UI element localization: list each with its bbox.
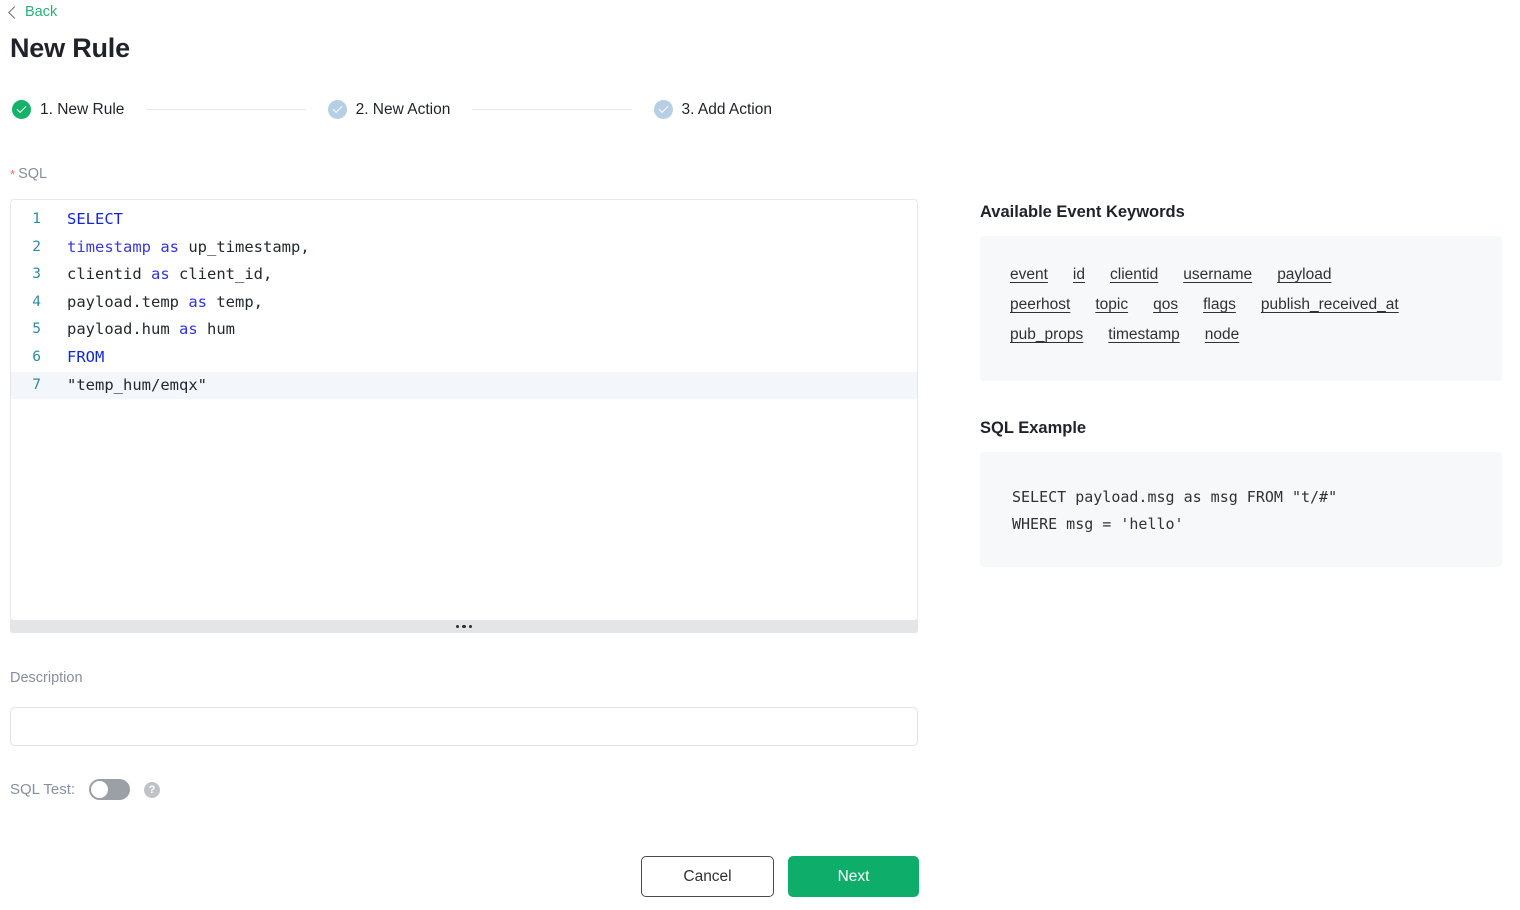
cancel-button[interactable]: Cancel [641,856,774,897]
sql-editor[interactable]: 1SELECT2timestamp as up_timestamp,3clien… [10,199,918,621]
step-3-label: 3. Add Action [682,101,773,119]
code-line[interactable]: 3clientid as client_id, [11,261,917,289]
keyword-username[interactable]: username [1183,266,1254,284]
line-number: 4 [11,289,55,317]
code-line[interactable]: 5payload.hum as hum [11,316,917,344]
grip-dots-icon [456,625,472,628]
available-event-keywords-panel: event id clientid username payload peerhost to… [980,236,1502,381]
sql-field-label: *SQL [10,166,47,182]
sql-code-area[interactable]: 1SELECT2timestamp as up_timestamp,3clien… [11,200,917,399]
code-line[interactable]: 4payload.temp as temp, [11,289,917,317]
page-title: New Rule [10,33,130,64]
step-pending-icon [328,100,347,119]
code-line[interactable]: 2timestamp as up_timestamp, [11,234,917,262]
step-1-label: 1. New Rule [40,101,124,119]
keyword-qos[interactable]: qos [1153,296,1180,314]
sql-example-panel: SELECT payload.msg as msg FROM "t/#" WHE… [980,452,1502,567]
keyword-topic[interactable]: topic [1095,296,1130,314]
description-input[interactable] [10,707,918,746]
code-text: clientid as client_id, [55,261,272,289]
available-event-keywords-heading: Available Event Keywords [980,203,1185,222]
footer-actions: Cancel Next [641,856,919,897]
sql-test-row: SQL Test: ? [10,779,160,800]
keyword-peerhost[interactable]: peerhost [1010,296,1072,314]
step-1-new-rule[interactable]: 1. New Rule [12,100,124,119]
keyword-pub_props[interactable]: pub_props [1010,326,1085,344]
next-button[interactable]: Next [788,856,919,897]
sql-example-code: SELECT payload.msg as msg FROM "t/#" WHE… [1012,484,1502,538]
chevron-left-icon [8,6,21,19]
back-label: Back [25,4,57,20]
line-number: 7 [11,372,55,400]
keyword-publish_received_at[interactable]: publish_received_at [1261,296,1401,314]
line-number: 1 [11,206,55,234]
sql-label-text: SQL [18,166,47,182]
step-pending-icon [654,100,673,119]
code-line[interactable]: 7"temp_hum/emqx" [11,372,917,400]
keyword-clientid[interactable]: clientid [1110,266,1160,284]
description-label: Description [10,670,83,686]
help-icon[interactable]: ? [144,782,160,798]
required-asterisk: * [10,167,15,182]
step-3-add-action[interactable]: 3. Add Action [654,100,773,119]
line-number: 5 [11,316,55,344]
code-text: payload.temp as temp, [55,289,263,317]
step-connector-1 [146,109,305,110]
back-link[interactable]: Back [10,4,57,20]
keyword-row: peerhost topic qos flags publish_received_at [1010,296,1474,314]
line-number: 3 [11,261,55,289]
keyword-node[interactable]: node [1205,326,1241,344]
sql-test-label: SQL Test: [10,781,75,798]
step-complete-icon [12,100,31,119]
keyword-payload[interactable]: payload [1277,266,1333,284]
keyword-row: event id clientid username payload [1010,266,1474,284]
keyword-id[interactable]: id [1073,266,1087,284]
keyword-row: pub_props timestamp node [1010,326,1474,344]
keyword-event[interactable]: event [1010,266,1050,284]
step-2-new-action[interactable]: 2. New Action [328,100,451,119]
sql-example-heading: SQL Example [980,419,1086,438]
keyword-flags[interactable]: flags [1203,296,1238,314]
code-line[interactable]: 1SELECT [11,206,917,234]
line-number: 6 [11,344,55,372]
step-connector-2 [472,109,631,110]
editor-resize-handle[interactable] [10,620,918,633]
code-text: FROM [55,344,104,372]
code-text: payload.hum as hum [55,316,235,344]
code-text: "temp_hum/emqx" [55,372,207,400]
code-text: timestamp as up_timestamp, [55,234,310,262]
sql-test-toggle[interactable] [89,779,130,800]
line-number: 2 [11,234,55,262]
step-indicator: 1. New Rule 2. New Action 3. Add Action [12,100,772,119]
code-text: SELECT [55,206,123,234]
code-line[interactable]: 6FROM [11,344,917,372]
keyword-timestamp[interactable]: timestamp [1108,326,1182,344]
new-rule-page: Back New Rule 1. New Rule 2. New Action … [0,0,1520,910]
step-2-label: 2. New Action [356,101,451,119]
